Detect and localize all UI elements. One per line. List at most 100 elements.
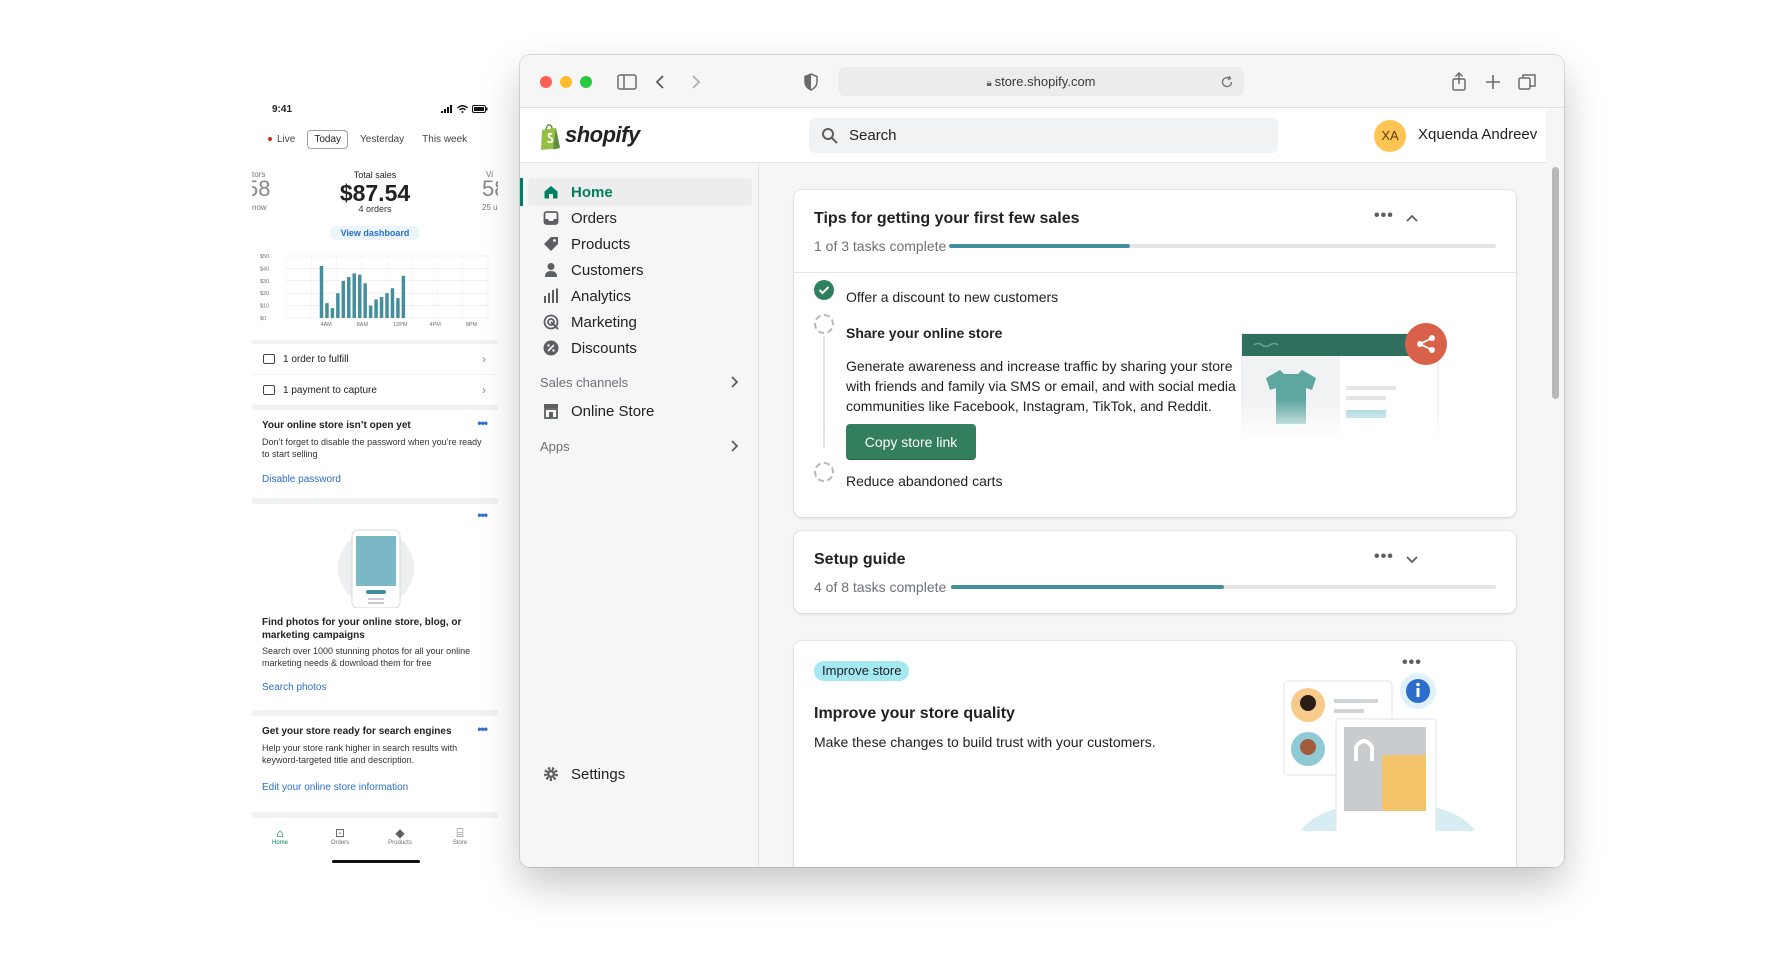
chart-bar bbox=[390, 288, 395, 318]
tab-this-week[interactable]: This week bbox=[416, 131, 473, 148]
minimize-window-button[interactable] bbox=[560, 76, 572, 88]
chevron-right-icon: › bbox=[482, 352, 486, 366]
sidebar-item-marketing[interactable]: Marketing bbox=[528, 308, 752, 336]
store-closed-text: Don’t forget to disable the password whe… bbox=[262, 437, 482, 459]
chart-bar bbox=[374, 299, 378, 318]
chart-bar bbox=[401, 275, 406, 318]
seo-card: Get your store ready for search engines … bbox=[252, 716, 498, 812]
task-reduce-abandoned-carts[interactable]: Reduce abandoned carts bbox=[846, 473, 1002, 489]
task-incomplete-circle-icon[interactable] bbox=[814, 462, 834, 482]
more-options-icon[interactable]: ••• bbox=[1374, 548, 1394, 566]
chart-bar bbox=[341, 280, 346, 318]
privacy-shield-icon[interactable] bbox=[800, 71, 822, 93]
maximize-window-button[interactable] bbox=[580, 76, 592, 88]
sidebar-item-home[interactable]: Home bbox=[528, 178, 752, 206]
sidebar-item-settings[interactable]: Settings bbox=[528, 760, 752, 788]
tab-overview-icon[interactable] bbox=[1516, 71, 1538, 93]
fulfill-icon bbox=[263, 354, 275, 364]
vertical-scrollbar[interactable] bbox=[1548, 163, 1564, 867]
task-offer-discount[interactable]: Offer a discount to new customers bbox=[846, 289, 1058, 305]
search-icon bbox=[822, 128, 838, 144]
new-tab-icon[interactable] bbox=[1482, 71, 1504, 93]
task-connector-line bbox=[823, 336, 825, 448]
task-complete-check-icon[interactable] bbox=[814, 280, 834, 300]
copy-store-link-button[interactable]: Copy store link bbox=[846, 424, 976, 460]
forward-arrow-icon[interactable] bbox=[684, 71, 706, 93]
back-arrow-icon[interactable] bbox=[650, 71, 672, 93]
active-nav-indicator bbox=[520, 178, 523, 206]
mobile-app-screen: 9:41 Live Today Yesterday This week tors… bbox=[252, 96, 498, 878]
sidebar-item-discounts[interactable]: Discounts bbox=[528, 334, 752, 362]
capture-payment-row[interactable]: 1 payment to capture › bbox=[252, 375, 498, 405]
orders-icon: ⊡ bbox=[334, 826, 346, 840]
mobile-nav-store[interactable]: ⌸ Store bbox=[440, 826, 480, 846]
orders-count: 4 orders bbox=[358, 204, 392, 214]
sidebar-item-products[interactable]: Products bbox=[528, 230, 752, 258]
shopify-bag-icon bbox=[541, 124, 560, 150]
chevron-up-icon[interactable] bbox=[1404, 210, 1420, 226]
view-dashboard-button[interactable]: View dashboard bbox=[330, 226, 420, 240]
mobile-nav-home[interactable]: ⌂ Home bbox=[260, 826, 300, 846]
sales-bar-chart: $50 $40 $30 $20 $10 $0 4AM 8AM 12PM 4PM 8PM bbox=[260, 254, 489, 328]
date-range-tabs: Live Today Yesterday This week bbox=[262, 130, 473, 149]
close-window-button[interactable] bbox=[540, 76, 552, 88]
tips-progress-fill bbox=[949, 244, 1130, 248]
address-bar[interactable]: 🔒︎ store.shopify.com bbox=[838, 67, 1244, 96]
mobile-nav-products[interactable]: ◆ Products bbox=[380, 826, 420, 846]
sidebar-item-label: Marketing bbox=[571, 313, 637, 331]
find-photos-title: Find photos for your online store, blog,… bbox=[262, 617, 462, 641]
tips-progress-text: 1 of 3 tasks complete bbox=[814, 238, 947, 254]
fulfill-orders-row[interactable]: 1 order to fulfill › bbox=[252, 344, 498, 374]
chart-y-tick-label: $20 bbox=[260, 291, 269, 297]
more-options-icon[interactable]: ••• bbox=[1402, 654, 1422, 672]
sidebar-item-analytics[interactable]: Analytics bbox=[528, 282, 752, 310]
share-store-illustration-icon bbox=[1234, 323, 1464, 440]
sidebar-item-online-store[interactable]: Online Store bbox=[528, 397, 752, 425]
sales-channels-chevron-right-icon[interactable] bbox=[728, 375, 740, 389]
orders-icon bbox=[543, 211, 559, 225]
reload-icon[interactable] bbox=[1220, 75, 1234, 89]
search-input[interactable]: Search bbox=[809, 118, 1278, 153]
more-options-icon[interactable]: ••• bbox=[477, 416, 488, 430]
more-options-icon[interactable]: ••• bbox=[477, 508, 488, 522]
mobile-nav-orders[interactable]: ⊡ Orders bbox=[320, 826, 360, 846]
gear-icon bbox=[544, 767, 558, 781]
avatar[interactable]: XA bbox=[1374, 120, 1406, 152]
tab-live[interactable]: Live bbox=[262, 131, 301, 148]
chart-bar bbox=[325, 303, 329, 318]
tab-today[interactable]: Today bbox=[307, 130, 349, 149]
disable-password-link[interactable]: Disable password bbox=[262, 474, 341, 485]
tab-yesterday[interactable]: Yesterday bbox=[354, 131, 410, 148]
chart-y-tick-label: $10 bbox=[260, 304, 269, 310]
signal-icon bbox=[441, 105, 452, 113]
more-options-icon[interactable]: ••• bbox=[477, 722, 488, 736]
sidebar-item-label: Online Store bbox=[571, 402, 655, 420]
chart-x-tick-label: 8AM bbox=[357, 322, 369, 328]
improve-store-badge: Improve store bbox=[814, 661, 910, 681]
tips-card: Tips for getting your first few sales ••… bbox=[794, 190, 1516, 517]
tag-icon: ◆ bbox=[395, 826, 405, 840]
shopify-admin: shopify Search XA Xquenda Andreev Home O… bbox=[520, 109, 1564, 867]
apps-chevron-right-icon[interactable] bbox=[728, 439, 740, 453]
more-options-icon[interactable]: ••• bbox=[1374, 207, 1394, 225]
task-incomplete-circle-icon[interactable] bbox=[814, 314, 834, 334]
chevron-down-icon[interactable] bbox=[1404, 552, 1420, 568]
chart-y-tick-label: $0 bbox=[260, 316, 266, 322]
share-icon[interactable] bbox=[1448, 71, 1470, 93]
home-icon bbox=[544, 186, 558, 199]
sidebar-toggle-icon[interactable] bbox=[616, 71, 638, 93]
edit-store-info-link[interactable]: Edit your online store information bbox=[262, 782, 408, 793]
search-photos-link[interactable]: Search photos bbox=[262, 682, 327, 693]
user-name[interactable]: Xquenda Andreev bbox=[1418, 126, 1537, 143]
sidebar-item-customers[interactable]: Customers bbox=[528, 256, 752, 284]
chart-bar bbox=[319, 265, 324, 318]
task-share-store-title[interactable]: Share your online store bbox=[846, 325, 1002, 341]
sales-channels-heading: Sales channels bbox=[540, 375, 629, 390]
shopify-logo-text: shopify bbox=[565, 122, 640, 147]
phone-illustration-icon bbox=[338, 529, 414, 608]
tag-icon bbox=[544, 237, 558, 251]
sidebar-item-label: Analytics bbox=[571, 287, 632, 305]
sidebar-item-orders[interactable]: Orders bbox=[528, 204, 752, 232]
improve-store-text: Make these changes to build trust with y… bbox=[814, 734, 1156, 750]
scrollbar-thumb[interactable] bbox=[1552, 167, 1559, 399]
